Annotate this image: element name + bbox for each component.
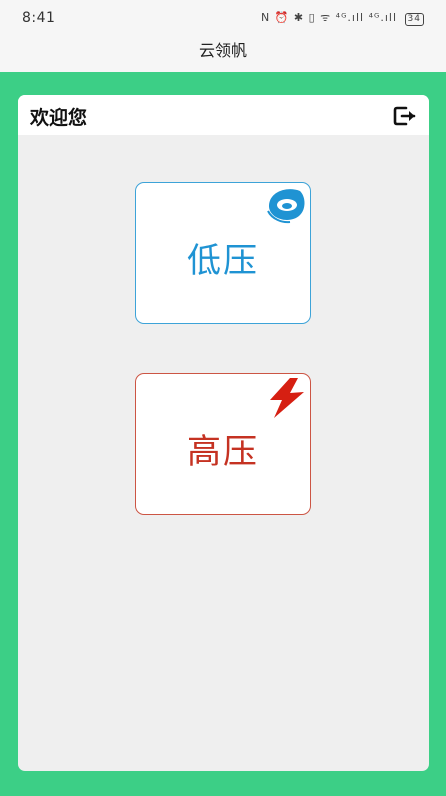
battery-icon: 34	[404, 13, 424, 26]
high-voltage-card[interactable]: 高压	[135, 373, 311, 515]
status-time: 8:41	[22, 10, 56, 26]
app-title: 云领帆	[198, 41, 247, 60]
battery-level: 34	[407, 14, 421, 24]
welcome-text: 欢迎您	[30, 107, 88, 129]
status-icons: N ⏰ ✱ ▯ ᯤ ⁴ᴳ.ıll ⁴ᴳ.ıll 34	[261, 10, 424, 26]
low-voltage-label: 低压	[187, 241, 259, 281]
status-bar: 8:41 N ⏰ ✱ ▯ ᯤ ⁴ᴳ.ıll ⁴ᴳ.ıll 34	[0, 0, 446, 36]
lightning-icon	[270, 378, 304, 418]
low-voltage-card[interactable]: 低压	[135, 182, 311, 324]
status-icons-text: N ⏰ ✱ ▯ ᯤ ⁴ᴳ.ıll ⁴ᴳ.ıll	[260, 11, 398, 24]
title-bar: 云领帆	[0, 36, 446, 72]
swirl-icon	[267, 189, 305, 224]
panel-header: 欢迎您	[18, 95, 429, 135]
main-panel: 欢迎您 低压 高压	[18, 95, 429, 771]
high-voltage-label: 高压	[187, 432, 259, 472]
logout-icon[interactable]	[393, 105, 417, 127]
